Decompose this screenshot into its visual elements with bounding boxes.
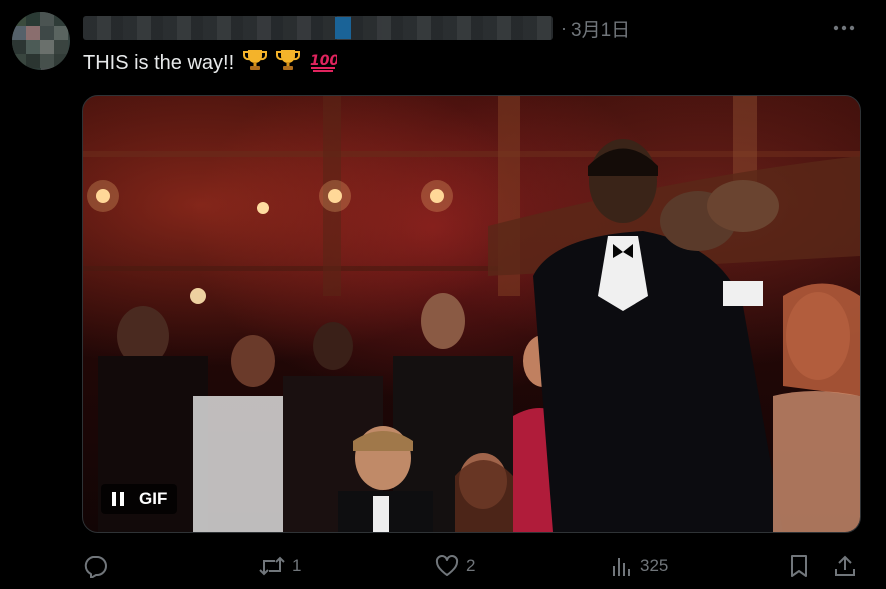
trophy-icon — [275, 48, 301, 79]
views-count: 325 — [640, 556, 669, 575]
author-name-redacted[interactable] — [83, 16, 553, 40]
reply-button[interactable] — [82, 548, 114, 584]
more-options-button[interactable] — [830, 14, 858, 42]
like-count: 2 — [466, 556, 476, 575]
like-button[interactable]: 2 — [434, 548, 475, 584]
gif-frame-image — [83, 96, 860, 532]
avatar[interactable] — [12, 12, 70, 70]
separator-dot: · — [561, 17, 567, 38]
retweet-button[interactable]: 1 — [258, 548, 301, 584]
bookmark-icon — [791, 555, 807, 577]
tweet-actions: 1 2 325 — [82, 548, 862, 584]
retweet-icon — [259, 556, 285, 576]
gif-media[interactable]: GIF — [82, 95, 861, 533]
verified-badge-redacted — [335, 17, 351, 39]
more-horizontal-icon — [833, 25, 855, 31]
retweet-count: 1 — [292, 556, 302, 575]
gif-badge[interactable]: GIF — [101, 484, 178, 514]
heart-icon — [435, 554, 459, 576]
tweet-header: · 3月1日 — [83, 14, 630, 42]
tweet-date[interactable]: 3月1日 — [571, 15, 630, 42]
hundred-points-icon: 100 — [309, 48, 339, 79]
reply-icon — [84, 556, 107, 578]
tweet-text-content: THIS is the way!! — [83, 51, 235, 74]
pause-icon[interactable] — [111, 491, 125, 507]
bookmark-button[interactable] — [788, 548, 810, 584]
views-chart-icon — [613, 558, 630, 576]
svg-text:100: 100 — [310, 53, 337, 69]
views-button[interactable]: 325 — [610, 548, 668, 584]
share-icon — [835, 555, 855, 576]
tweet[interactable]: · 3月1日 THIS is the way!! 100 GIF 1 2 325 — [0, 0, 886, 589]
share-button[interactable] — [833, 548, 857, 584]
trophy-icon — [242, 48, 268, 79]
tweet-text: THIS is the way!! 100 — [83, 48, 339, 79]
gif-label: GIF — [139, 489, 168, 508]
